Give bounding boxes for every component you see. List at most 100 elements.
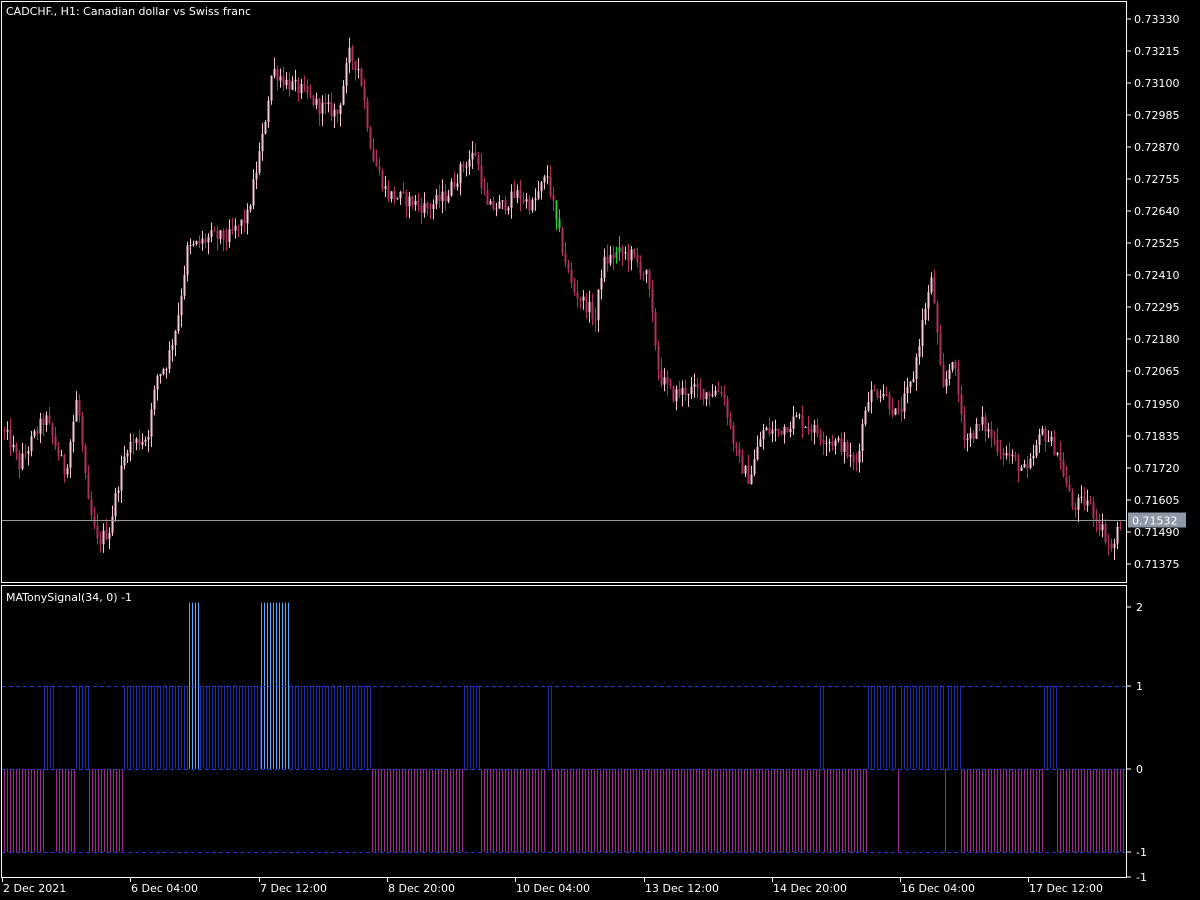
candle-body <box>1104 524 1107 543</box>
candle-body <box>69 441 72 468</box>
candle-body <box>726 398 729 418</box>
candle-body <box>516 190 519 198</box>
candle-body <box>183 274 186 296</box>
candle-body <box>639 261 642 274</box>
candle-body <box>615 251 618 259</box>
candle-body <box>1047 441 1050 443</box>
candle-body <box>606 256 609 264</box>
candle-body <box>471 152 474 160</box>
candle-body <box>810 428 813 433</box>
candle-body <box>75 399 78 422</box>
candle-body <box>975 423 978 439</box>
candle-body <box>267 100 270 122</box>
candle-body <box>243 219 246 224</box>
candle-body <box>588 301 591 313</box>
candle-body <box>84 445 87 473</box>
candle-body <box>972 432 975 439</box>
price-tick-label: 0.71490 <box>1134 526 1180 539</box>
candle-body <box>1011 454 1014 457</box>
candle-body <box>3 430 6 432</box>
candle-body <box>660 369 663 385</box>
candle-body <box>12 444 15 448</box>
candle-body <box>978 423 981 425</box>
candle-body <box>66 467 69 475</box>
candle-body <box>1044 428 1047 442</box>
candle-body <box>378 166 381 171</box>
candle-body <box>291 81 294 90</box>
candle-body <box>957 368 960 395</box>
candle-body <box>678 389 681 395</box>
candle-body <box>228 229 231 242</box>
candle-body <box>123 456 126 466</box>
candle-body <box>645 270 648 275</box>
candle-body <box>225 240 228 242</box>
candle-body <box>531 200 534 211</box>
candle-body <box>723 394 726 399</box>
candle-body <box>327 102 330 105</box>
candle-body <box>60 455 63 457</box>
candle-body <box>339 104 342 115</box>
candle-body <box>318 98 321 114</box>
candle-body <box>669 383 672 387</box>
candle-body <box>261 133 264 152</box>
candle-body <box>900 409 903 412</box>
candle-body <box>735 444 738 449</box>
candle-body <box>690 386 693 394</box>
candle-body <box>258 151 261 173</box>
candle-body <box>942 364 945 387</box>
candle-body <box>855 462 858 464</box>
candle-body <box>216 230 219 239</box>
candle-body <box>987 429 990 432</box>
candle-body <box>231 229 234 231</box>
candle-body <box>927 292 930 309</box>
candle-body <box>6 429 9 432</box>
candle-body <box>702 388 705 400</box>
price-tick-label: 0.71605 <box>1134 494 1180 507</box>
candle-body <box>921 320 924 347</box>
candle-body <box>870 389 873 402</box>
candle-body <box>435 194 438 205</box>
candle-body <box>369 128 372 149</box>
price-tick-label: 0.72525 <box>1134 237 1180 250</box>
candle-body <box>933 277 936 304</box>
time-tick-label: 8 Dec 20:00 <box>388 882 455 895</box>
candle-body <box>816 424 819 434</box>
candle-body <box>969 432 972 439</box>
candle-body <box>1080 496 1083 498</box>
candle-body <box>1029 458 1032 468</box>
price-tick-label: 0.72985 <box>1134 109 1180 122</box>
candle-body <box>402 191 405 193</box>
candle-body <box>543 176 546 183</box>
candle-body <box>981 416 984 425</box>
candle-body <box>444 191 447 202</box>
candle-body <box>120 465 123 491</box>
candle-body <box>1092 502 1095 519</box>
candle-body <box>861 424 864 451</box>
candle-body <box>903 393 906 412</box>
candle-body <box>375 161 378 167</box>
price-tick-label: 0.71720 <box>1134 462 1180 475</box>
candle-body <box>51 423 54 436</box>
candle-body <box>45 415 48 426</box>
candle-body <box>777 429 780 431</box>
price-tick-label: 0.71950 <box>1134 398 1180 411</box>
price-tick-label: 0.72410 <box>1134 269 1180 282</box>
candle-body <box>876 390 879 398</box>
candle-body <box>834 440 837 447</box>
candle-body <box>279 76 282 81</box>
candle-body <box>642 273 645 275</box>
candle-body <box>315 98 318 106</box>
candle-body <box>204 238 207 243</box>
candle-body <box>498 201 501 209</box>
candle-body <box>159 373 162 376</box>
candle-body <box>198 241 201 244</box>
candle-body <box>684 387 687 395</box>
candle-body <box>576 292 579 299</box>
candle-body <box>249 205 252 210</box>
candle-body <box>858 450 861 463</box>
candle-body <box>195 241 198 245</box>
candle-body <box>852 454 855 463</box>
candle-body <box>162 368 165 374</box>
candle-body <box>72 421 75 442</box>
candle-body <box>30 436 33 452</box>
